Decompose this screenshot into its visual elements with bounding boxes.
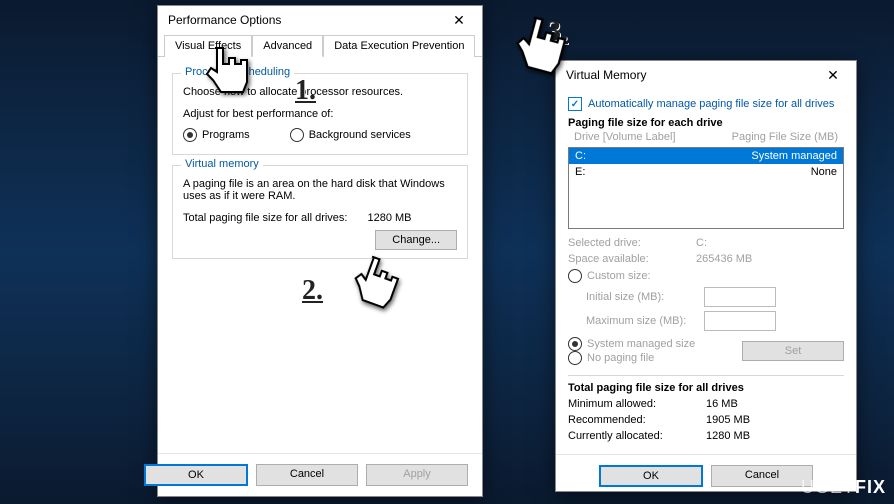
space-value: 265436 MB [696,253,752,265]
totals-title: Total paging file size for all drives [568,382,844,394]
radio-icon [568,337,582,351]
step-3-label: 3. [547,16,568,48]
radio-icon [290,128,304,142]
proc-desc: Choose how to allocate processor resourc… [183,86,457,98]
cur-label: Currently allocated: [568,430,698,442]
performance-options-window: Performance Options ✕ Visual Effects Adv… [157,5,483,497]
radio-no-paging: No paging file [568,351,695,365]
selected-drive-info: Selected drive: C: Space available: 265436… [568,237,844,265]
processor-scheduling-group: Processor scheduling Choose how to alloc… [172,73,468,155]
vm-total-row: Total paging file size for all drives: 1… [183,212,457,224]
cancel-button[interactable]: Cancel [256,464,358,486]
initial-size-input [704,287,776,307]
min-label: Minimum allowed: [568,398,698,410]
watermark-a: UGET [801,477,855,497]
vmem-titlebar: Virtual Memory ✕ [556,61,856,89]
radio-icon [568,269,582,283]
radio-programs[interactable]: Programs [183,128,250,142]
drive-e-size: None [811,166,837,178]
space-label: Space available: [568,253,688,265]
change-button[interactable]: Change... [375,230,457,250]
drive-c-label: C: [575,150,751,162]
cur-value: 1280 MB [706,430,750,442]
step-1-label: 1. [295,75,316,107]
paging-title: Paging file size for each drive [568,117,844,129]
ok-button[interactable]: OK [599,465,703,487]
vm-desc: A paging file is an area on the hard dis… [183,178,457,202]
drive-e-label: E: [575,166,811,178]
perf-tabs: Visual Effects Advanced Data Execution P… [158,34,482,57]
virtual-memory-group: Virtual memory A paging file is an area … [172,165,468,259]
close-icon[interactable]: ✕ [814,65,852,85]
perf-button-row: OK Cancel Apply [158,453,482,496]
vmem-title: Virtual Memory [566,68,646,82]
tab-dep[interactable]: Data Execution Prevention [323,35,475,57]
watermark: UGETFIX [801,477,886,498]
perf-titlebar: Performance Options ✕ [158,6,482,34]
step-2-label: 2. [302,275,323,307]
virtual-memory-window: Virtual Memory ✕ Automatically manage pa… [555,60,857,492]
max-size-input [704,311,776,331]
perf-title: Performance Options [168,13,281,27]
radio-icon [568,351,582,365]
close-icon[interactable]: ✕ [440,10,478,30]
drive-listbox[interactable]: C: System managed E: None [568,147,844,229]
sel-drive-label: Selected drive: [568,237,688,249]
radio-custom-size: Custom size: [568,269,844,283]
radio-icon [183,128,197,142]
cancel-button[interactable]: Cancel [711,465,813,487]
auto-manage-checkbox[interactable]: Automatically manage paging file size fo… [568,97,844,111]
vm-total-value: 1280 MB [367,212,411,224]
vm-total-label: Total paging file size for all drives: [183,212,347,224]
radio-background-label: Background services [309,129,411,141]
drive-c-size: System managed [751,150,837,162]
vm-title: Virtual memory [181,158,263,170]
rec-value: 1905 MB [706,414,750,426]
nopaging-label: No paging file [587,352,654,364]
min-value: 16 MB [706,398,738,410]
hdr-size: Paging File Size (MB) [732,131,838,143]
watermark-b: FIX [855,477,886,497]
rec-label: Recommended: [568,414,698,426]
hdr-drive: Drive [Volume Label] [574,131,732,143]
max-label: Maximum size (MB): [586,315,696,327]
tab-visual-effects[interactable]: Visual Effects [164,35,252,57]
initial-label: Initial size (MB): [586,291,696,303]
drive-header: Drive [Volume Label] Paging File Size (M… [568,129,844,145]
auto-manage-label: Automatically manage paging file size fo… [588,98,834,110]
sel-drive-value: C: [696,237,707,249]
ok-button[interactable]: OK [144,464,248,486]
radio-system-managed: System managed size [568,337,695,351]
perf-content: Processor scheduling Choose how to alloc… [158,57,482,279]
custom-size-section: Custom size: Initial size (MB): Maximum … [568,269,844,365]
vmem-content: Automatically manage paging file size fo… [556,89,856,454]
sysmanaged-label: System managed size [587,338,695,350]
set-button: Set [742,341,844,361]
checkbox-icon [568,97,582,111]
radio-programs-label: Programs [202,129,250,141]
proc-radio-row: Programs Background services [183,128,457,142]
drive-row-c[interactable]: C: System managed [569,148,843,164]
proc-title: Processor scheduling [181,66,294,78]
apply-button[interactable]: Apply [366,464,468,486]
custom-label: Custom size: [587,270,651,282]
vm-change-row: Change... [183,234,457,246]
radio-background[interactable]: Background services [290,128,411,142]
tab-advanced[interactable]: Advanced [252,35,323,57]
drive-row-e[interactable]: E: None [569,164,843,180]
proc-adjust: Adjust for best performance of: [183,108,457,120]
totals-section: Total paging file size for all drives Mi… [568,375,844,442]
